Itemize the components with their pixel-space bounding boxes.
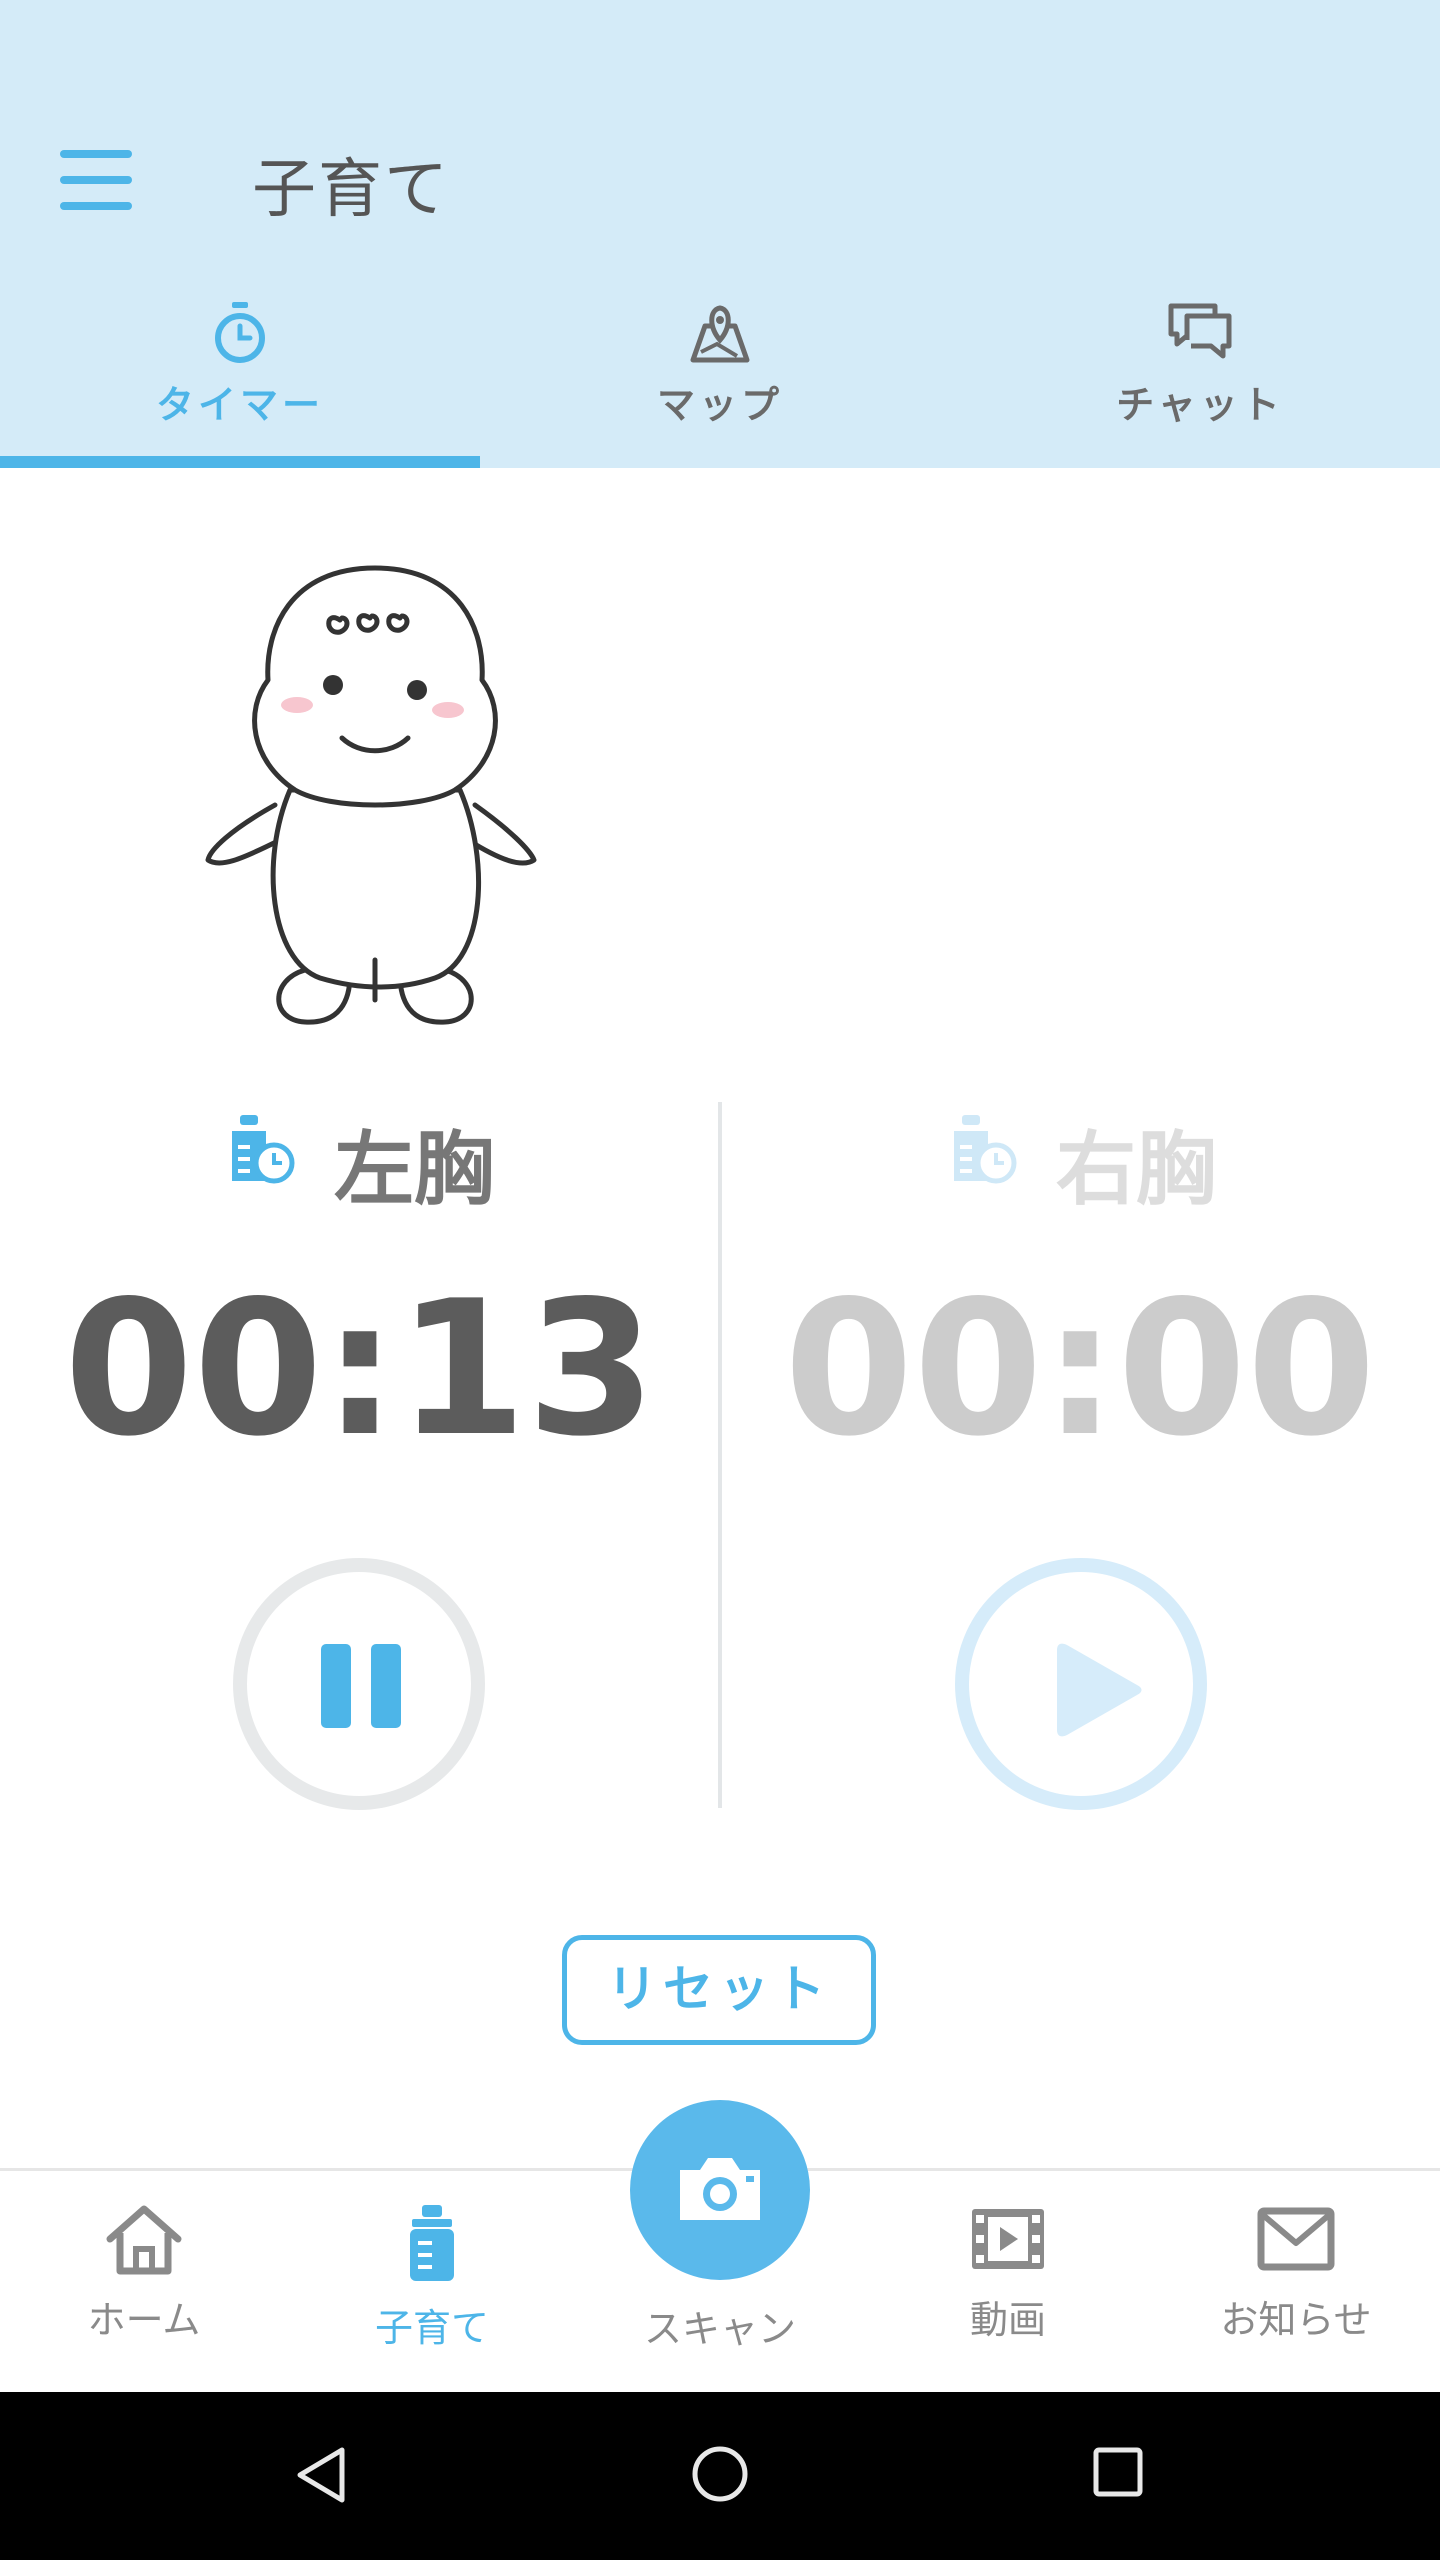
bottle-timer-icon <box>232 1115 295 1184</box>
nav-home[interactable]: ホーム <box>0 2203 288 2344</box>
reset-button[interactable]: リセット <box>562 1935 876 2045</box>
mail-icon <box>1257 2207 1335 2271</box>
right-play-button[interactable] <box>955 1558 1207 1810</box>
nav-video[interactable]: 動画 <box>864 2203 1152 2344</box>
scan-button[interactable] <box>630 2100 810 2280</box>
tab-chat-label: チャット <box>1116 383 1284 427</box>
tab-map[interactable]: マップ <box>480 300 960 468</box>
nav-notifications[interactable]: お知らせ <box>1152 2203 1440 2344</box>
tab-chat[interactable]: チャット <box>960 300 1440 468</box>
hamburger-menu-icon[interactable] <box>60 150 132 210</box>
back-icon[interactable] <box>292 2444 348 2506</box>
play-icon <box>1057 1643 1142 1737</box>
chat-icon <box>1168 303 1232 359</box>
film-icon <box>972 2209 1044 2269</box>
right-breast-header: 右胸 <box>948 1105 1248 1216</box>
nav-scan-label: スキャン <box>643 2307 796 2351</box>
nav-notifications-label: お知らせ <box>1220 2298 1372 2342</box>
home-circle-icon[interactable] <box>690 2444 750 2504</box>
recents-icon[interactable] <box>1092 2446 1144 2498</box>
app-header: 子育て タイマー マップ チャット <box>0 0 1440 468</box>
left-breast-label: 左胸 <box>334 1123 494 1216</box>
right-timer-value: 00:00 <box>783 1260 1377 1477</box>
tab-map-label: マップ <box>656 383 783 427</box>
left-pause-button[interactable] <box>233 1558 485 1810</box>
nav-parenting[interactable]: 子育て <box>288 2203 576 2352</box>
pause-icon <box>321 1644 401 1728</box>
nav-parenting-label: 子育て <box>374 2306 489 2350</box>
left-timer-value: 00:13 <box>63 1260 657 1477</box>
right-breast-label: 右胸 <box>1056 1123 1216 1216</box>
system-navigation-bar <box>0 2392 1440 2560</box>
bottle-timer-icon <box>954 1115 1017 1184</box>
baby-bottle-icon <box>410 2205 454 2281</box>
map-pin-icon <box>690 305 750 363</box>
home-icon <box>106 2205 182 2275</box>
stopwatch-icon <box>215 302 265 363</box>
baby-illustration <box>205 565 537 1025</box>
left-breast-header: 左胸 <box>226 1105 526 1216</box>
nav-video-label: 動画 <box>969 2298 1046 2342</box>
page-title: 子育て <box>252 153 450 227</box>
camera-icon <box>680 2158 760 2220</box>
nav-home-label: ホーム <box>87 2298 201 2342</box>
tab-timer-label: タイマー <box>155 383 324 427</box>
tab-timer[interactable]: タイマー <box>0 300 480 468</box>
active-tab-indicator <box>0 456 480 468</box>
